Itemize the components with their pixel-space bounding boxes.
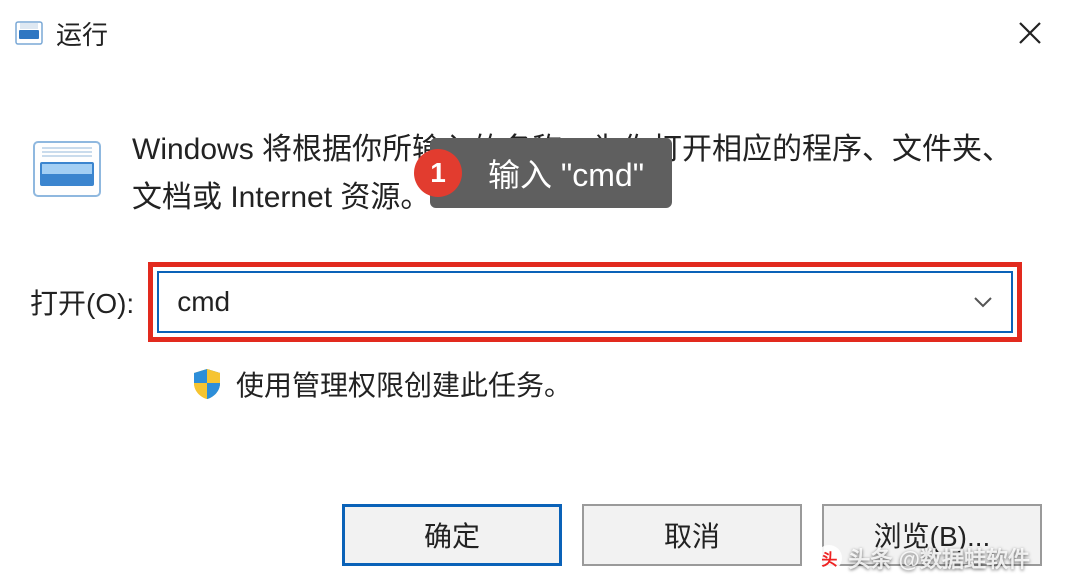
run-icon-large [30,132,104,206]
close-button[interactable] [1010,13,1050,53]
step-badge: 1 [414,149,462,197]
open-row: 打开(O): [30,262,1022,342]
cancel-button[interactable]: 取消 [582,504,802,566]
titlebar-left: 运行 [14,15,108,52]
ok-button[interactable]: 确定 [342,504,562,566]
step-callout: 1 输入 "cmd" [430,138,672,208]
window-title: 运行 [56,15,108,52]
run-app-icon [14,18,44,48]
admin-note-text: 使用管理权限创建此任务。 [236,364,572,404]
titlebar: 运行 [0,0,1070,66]
open-input[interactable] [177,286,963,318]
admin-note-row: 使用管理权限创建此任务。 [190,364,1022,404]
watermark: 头 头条 @数据蛙软件 [816,542,1030,574]
open-combobox[interactable] [157,271,1013,333]
callout-text: 输入 "cmd" [488,150,644,196]
watermark-text: 头条 @数据蛙软件 [848,542,1030,574]
close-icon [1016,19,1044,47]
input-highlight [148,262,1022,342]
shield-icon [190,367,224,401]
open-label: 打开(O): [30,282,134,322]
dialog-body: Windows 将根据你所输入的名称，为你打开相应的程序、文件夹、文档或 Int… [0,66,1070,404]
watermark-icon: 头 [816,545,842,571]
chevron-down-icon[interactable] [973,295,993,309]
